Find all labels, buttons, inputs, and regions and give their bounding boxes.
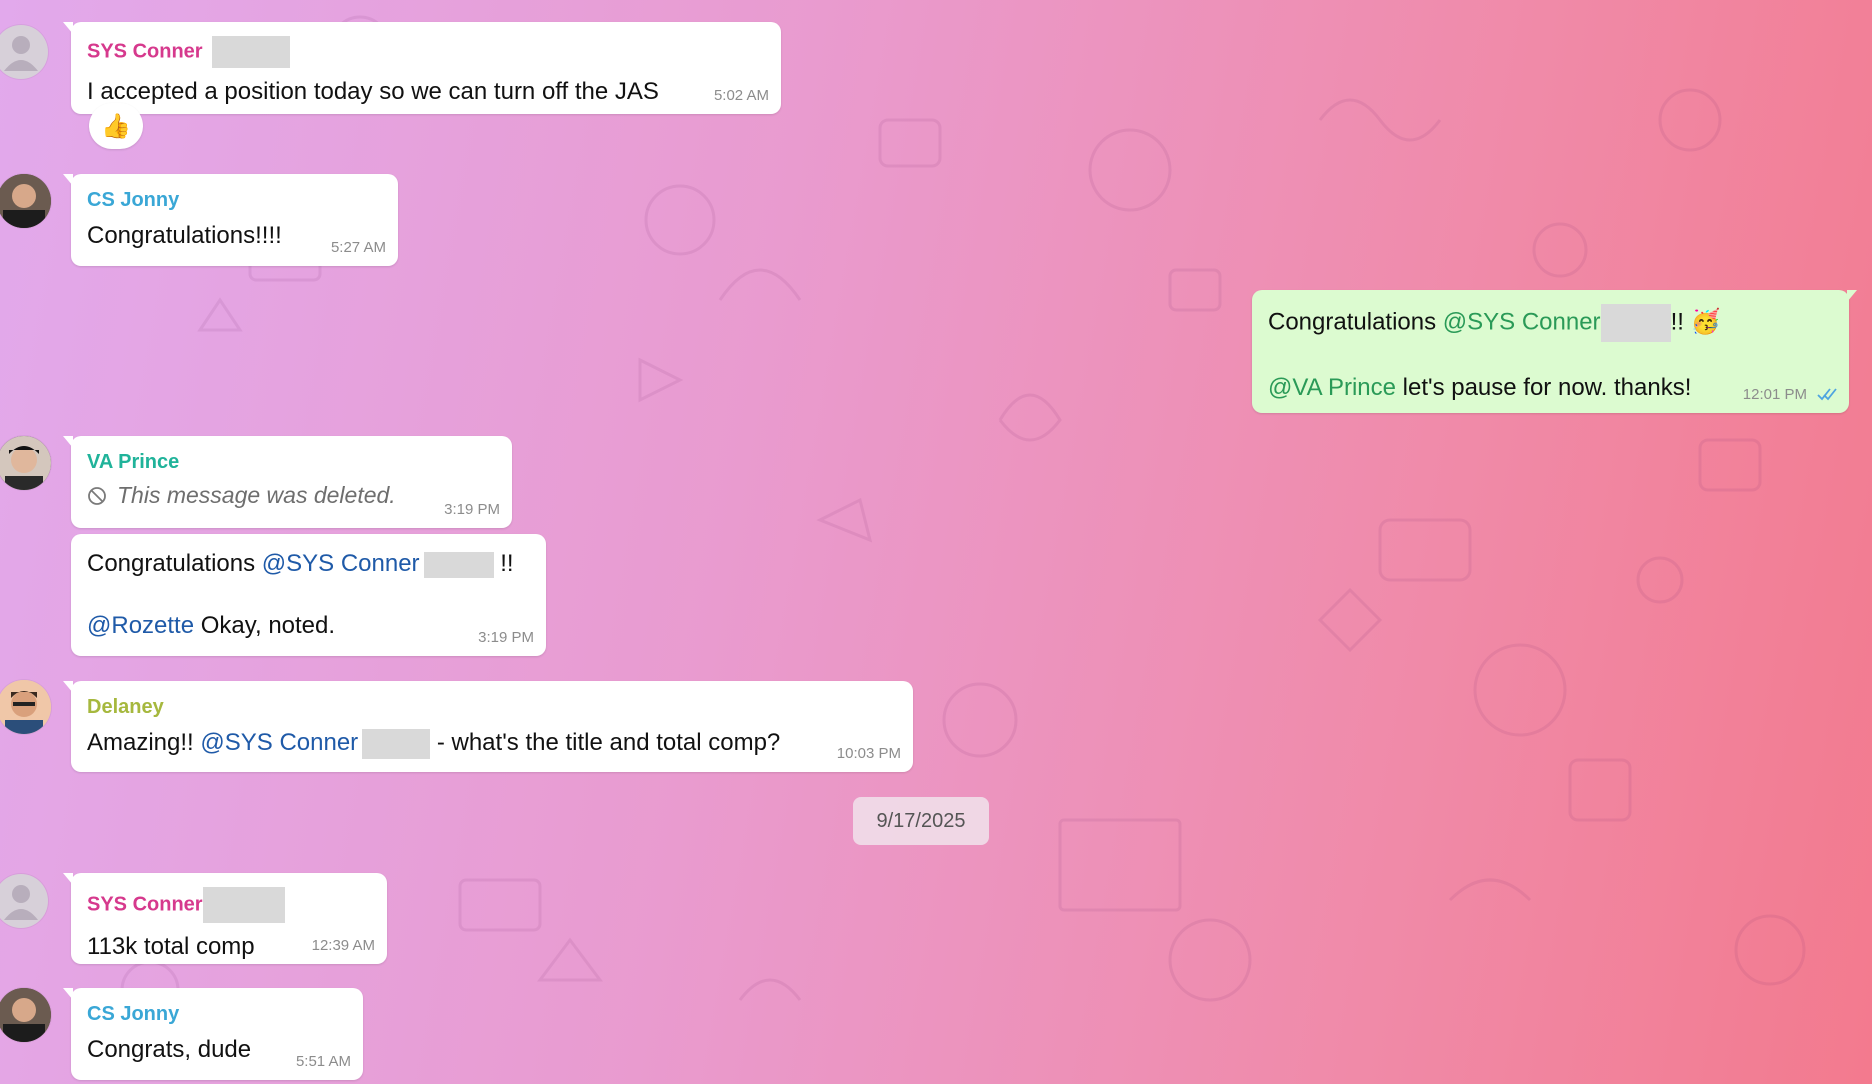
message-bubble[interactable]: CS Jonny Congratulations!!!! 5:27 AM <box>63 174 398 266</box>
jonny-avatar[interactable] <box>0 988 51 1042</box>
message-text: I accepted a position today so we can tu… <box>87 78 659 105</box>
prince-avatar[interactable] <box>0 436 51 490</box>
message-text-line1: Congratulations @SYS Conner !! <box>87 550 514 578</box>
message-time: 3:19 PM <box>478 629 534 646</box>
sender-name[interactable]: VA Prince <box>87 450 496 474</box>
mention-link[interactable]: @SYS Conner <box>1443 308 1601 335</box>
message-bubble[interactable]: CS Jonny Congrats, dude 5:51 AM <box>63 988 363 1080</box>
message-text-line2: @Rozette Okay, noted. <box>87 612 336 639</box>
sender-name[interactable]: Delaney <box>87 695 897 719</box>
message-bubble[interactable]: SYS Conner 113k total comp 12:39 AM <box>63 873 387 964</box>
reaction-thumbs-up[interactable]: 👍 <box>89 103 143 149</box>
mention-link[interactable]: @SYS Conner <box>262 550 420 577</box>
date-separator: 9/17/2025 <box>853 797 989 845</box>
deleted-message: This message was deleted. <box>87 482 496 509</box>
message-time: 12:01 PM <box>1742 386 1807 403</box>
message-text-line1: Congratulations @SYS Conner!! 🥳 <box>1268 304 1833 342</box>
redacted-block <box>212 36 291 68</box>
thumbs-up-icon: 👍 <box>101 112 131 140</box>
message-time: 10:03 PM <box>836 745 901 762</box>
jonny-avatar[interactable] <box>0 174 51 228</box>
sender-name[interactable]: CS Jonny <box>87 188 382 212</box>
mention-link[interactable]: @SYS Conner <box>200 729 358 756</box>
double-check-icon <box>1817 388 1837 401</box>
message-bubble[interactable]: VA Prince This message was deleted. 3:19… <box>63 436 512 528</box>
user-avatar-default-icon[interactable] <box>0 25 48 79</box>
message-text: Amazing!! @SYS Conner - what's the title… <box>87 727 897 759</box>
user-avatar-default-icon[interactable] <box>0 874 48 928</box>
redacted-block <box>1600 304 1671 342</box>
message-time: 5:27 AM <box>330 239 386 256</box>
sender-name[interactable]: CS Jonny <box>87 1002 347 1026</box>
redacted-block <box>202 887 285 923</box>
sender-name[interactable]: SYS Conner <box>87 36 765 68</box>
delaney-avatar[interactable] <box>0 680 51 734</box>
mention-link[interactable]: @VA Prince <box>1268 374 1396 401</box>
sender-name[interactable]: SYS Conner <box>87 887 371 923</box>
message-bubble[interactable]: Delaney Amazing!! @SYS Conner - what's t… <box>63 681 913 772</box>
outgoing-message-bubble[interactable]: Congratulations @SYS Conner!! 🥳 @VA Prin… <box>1252 290 1857 413</box>
blocked-icon <box>88 486 106 505</box>
message-bubble[interactable]: Congratulations @SYS Conner !! @Rozette … <box>71 534 546 656</box>
mention-link[interactable]: @Rozette <box>87 612 194 639</box>
message-time: 5:51 AM <box>295 1053 351 1070</box>
redacted-block <box>423 551 494 578</box>
message-time: 12:39 AM <box>311 937 375 954</box>
message-bubble[interactable]: SYS Conner I accepted a position today s… <box>63 22 781 114</box>
redacted-block <box>362 728 431 759</box>
message-time: 5:02 AM <box>713 87 769 104</box>
message-time: 3:19 PM <box>444 501 500 518</box>
